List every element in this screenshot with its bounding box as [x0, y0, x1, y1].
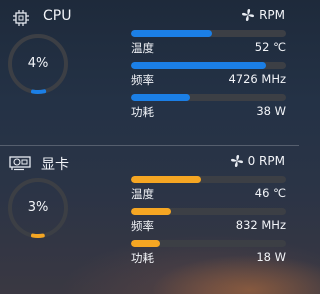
cpu-power-row: 功耗 38 W	[131, 94, 286, 120]
cpu-temp-label: 温度	[131, 41, 154, 55]
gpu-panel: 显卡 3% 0 RPM 温度 46 ℃ 频率 832 MHz 功耗 18 W	[0, 146, 299, 294]
cpu-freq-value: 4726 MHz	[228, 72, 286, 86]
cpu-power-value: 38 W	[256, 104, 286, 118]
cpu-freq-bar-fill	[131, 62, 266, 69]
cpu-chip-icon	[13, 10, 29, 26]
gpu-fan-speed: 0 RPM	[247, 154, 285, 168]
cpu-freq-label: 频率	[131, 73, 154, 87]
gpu-temp-row: 温度 46 ℃	[131, 176, 286, 202]
cpu-load-value: 4%	[27, 56, 49, 71]
cpu-fan-speed: RPM	[259, 8, 285, 22]
gpu-freq-label: 频率	[131, 219, 154, 233]
cpu-freq-bar	[131, 62, 286, 69]
gpu-power-value: 18 W	[256, 250, 286, 264]
gpu-fan: 0 RPM	[230, 154, 285, 168]
cpu-power-bar	[131, 94, 286, 101]
cpu-temp-row: 温度 52 ℃	[131, 30, 286, 56]
cpu-panel: CPU 4% RPM 温度 52 ℃ 频率 4726 MHz 功耗 38 W	[0, 0, 299, 145]
fan-icon	[242, 9, 255, 21]
cpu-power-bar-fill	[131, 94, 190, 101]
gpu-power-label: 功耗	[131, 251, 154, 265]
gpu-title: 显卡	[41, 157, 69, 173]
gpu-power-bar	[131, 240, 286, 247]
gpu-temp-value: 46 ℃	[254, 186, 286, 200]
gpu-power-bar-fill	[131, 240, 161, 247]
cpu-temp-value: 52 ℃	[254, 40, 286, 54]
gpu-freq-bar	[131, 208, 286, 215]
gpu-freq-bar-fill	[131, 208, 172, 215]
cpu-title: CPU	[43, 8, 72, 24]
gpu-temp-bar	[131, 176, 286, 183]
gpu-temp-label: 温度	[131, 187, 154, 201]
gpu-power-row: 功耗 18 W	[131, 240, 286, 266]
cpu-freq-row: 频率 4726 MHz	[131, 62, 286, 88]
fan-icon	[230, 155, 243, 167]
cpu-temp-bar-fill	[131, 30, 212, 37]
cpu-fan: RPM	[241, 8, 285, 22]
cpu-power-label: 功耗	[131, 105, 154, 119]
cpu-temp-bar	[131, 30, 286, 37]
gpu-freq-row: 频率 832 MHz	[131, 208, 286, 234]
gpu-freq-value: 832 MHz	[235, 218, 286, 232]
gpu-temp-bar-fill	[131, 176, 201, 183]
graphics-card-icon	[9, 156, 31, 171]
gpu-load-value: 3%	[27, 200, 49, 215]
